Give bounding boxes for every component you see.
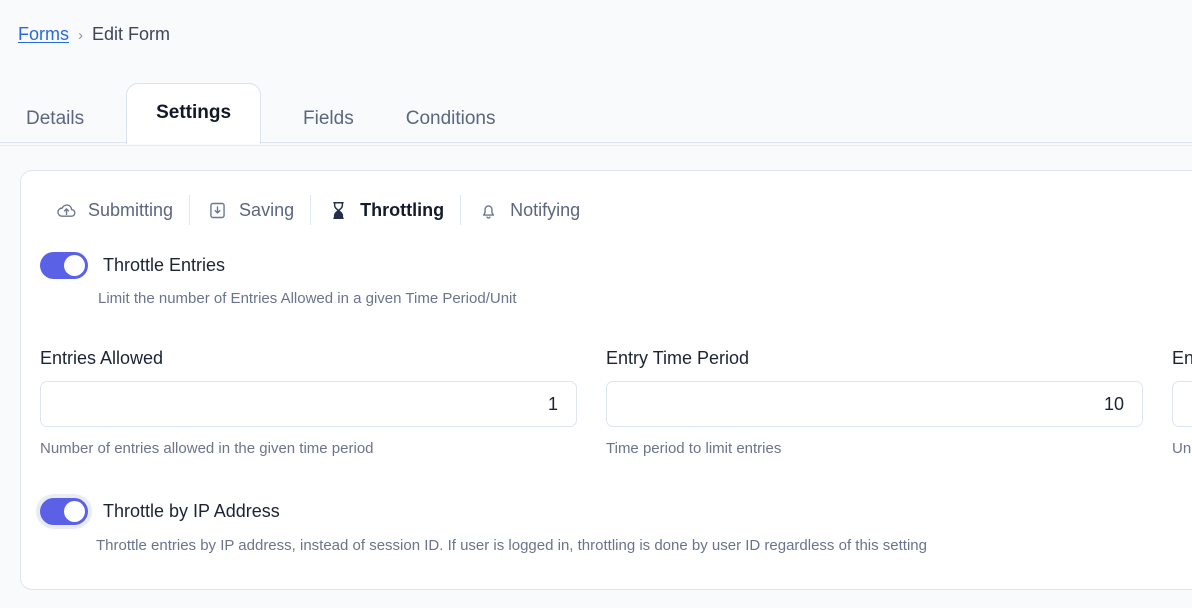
throttle-by-ip-toggle-row: Throttle by IP Address — [40, 498, 280, 525]
subnav-item-saving[interactable]: Saving — [190, 191, 310, 229]
tab-bar-divider-secondary — [0, 145, 1192, 146]
hourglass-icon — [327, 199, 349, 221]
field-entry-time-period-label: Entry Time Period — [606, 348, 750, 368]
tab-settings[interactable]: Settings — [126, 83, 262, 144]
throttle-entries-help: Limit the number of Entries Allowed in a… — [98, 290, 517, 307]
field-entries-allowed-label: Entries Allowed — [40, 348, 164, 368]
field-entry-time-unit: Entry Time Unit Unit of time for the ent… — [1172, 348, 1192, 457]
subnav-item-submitting-label: Submitting — [88, 199, 174, 220]
tab-conditions[interactable]: Conditions — [380, 95, 522, 143]
tab-conditions-label: Conditions — [405, 108, 496, 129]
subnav-item-notifying-label: Notifying — [510, 199, 581, 220]
field-entry-time-unit-label: Entry Time Unit — [1172, 348, 1192, 368]
entry-time-period-input[interactable]: 10 — [606, 381, 1143, 427]
field-entry-time-period: Entry Time Period 10 Time period to limi… — [606, 348, 1143, 457]
toggle-knob — [64, 501, 85, 522]
throttle-entries-toggle[interactable] — [40, 252, 88, 279]
throttle-by-ip-toggle[interactable] — [40, 498, 88, 525]
tab-details-label: Details — [26, 108, 85, 129]
breadcrumb-link-forms[interactable]: Forms — [18, 22, 69, 47]
tab-details[interactable]: Details — [0, 95, 110, 143]
throttle-fields-grid: Entries Allowed 1 Number of entries allo… — [40, 348, 1192, 457]
subnav-item-saving-label: Saving — [239, 199, 295, 220]
breadcrumb: Forms › Edit Form — [18, 22, 170, 48]
subnav-item-throttling-label: Throttling — [360, 199, 445, 220]
field-entry-time-unit-help: Unit of time for the entry time period — [1172, 440, 1192, 457]
tab-bar: Details Settings Fields Conditions — [0, 74, 1192, 170]
subnav-item-notifying[interactable]: Notifying — [461, 191, 596, 229]
entry-time-unit-input[interactable] — [1172, 381, 1192, 427]
field-entries-allowed: Entries Allowed 1 Number of entries allo… — [40, 348, 577, 457]
field-entry-time-period-help: Time period to limit entries — [606, 440, 782, 457]
breadcrumb-separator-icon: › — [78, 27, 83, 44]
tab-settings-flare-right — [261, 128, 277, 144]
tab-fields[interactable]: Fields — [277, 95, 380, 143]
entries-allowed-input[interactable]: 1 — [40, 381, 577, 427]
throttle-by-ip-label: Throttle by IP Address — [103, 501, 280, 521]
settings-subnav: Submitting Saving Throttling Notifying — [39, 191, 596, 229]
tab-fields-label: Fields — [303, 108, 354, 129]
throttle-by-ip-help: Throttle entries by IP address, instead … — [96, 537, 927, 554]
save-box-icon — [206, 199, 228, 221]
cloud-upload-icon — [55, 199, 77, 221]
throttle-entries-label: Throttle Entries — [103, 255, 226, 275]
throttle-entries-toggle-row: Throttle Entries — [40, 252, 225, 279]
subnav-item-throttling[interactable]: Throttling — [311, 191, 460, 229]
field-entries-allowed-help: Number of entries allowed in the given t… — [40, 440, 374, 457]
toggle-knob — [64, 255, 85, 276]
bell-icon — [477, 199, 499, 221]
breadcrumb-current: Edit Form — [92, 24, 171, 44]
tab-settings-flare-left — [110, 128, 126, 144]
subnav-item-submitting[interactable]: Submitting — [39, 191, 189, 229]
settings-page: Forms › Edit Form Details Settings Field… — [0, 0, 1192, 608]
tab-settings-label: Settings — [156, 102, 232, 123]
